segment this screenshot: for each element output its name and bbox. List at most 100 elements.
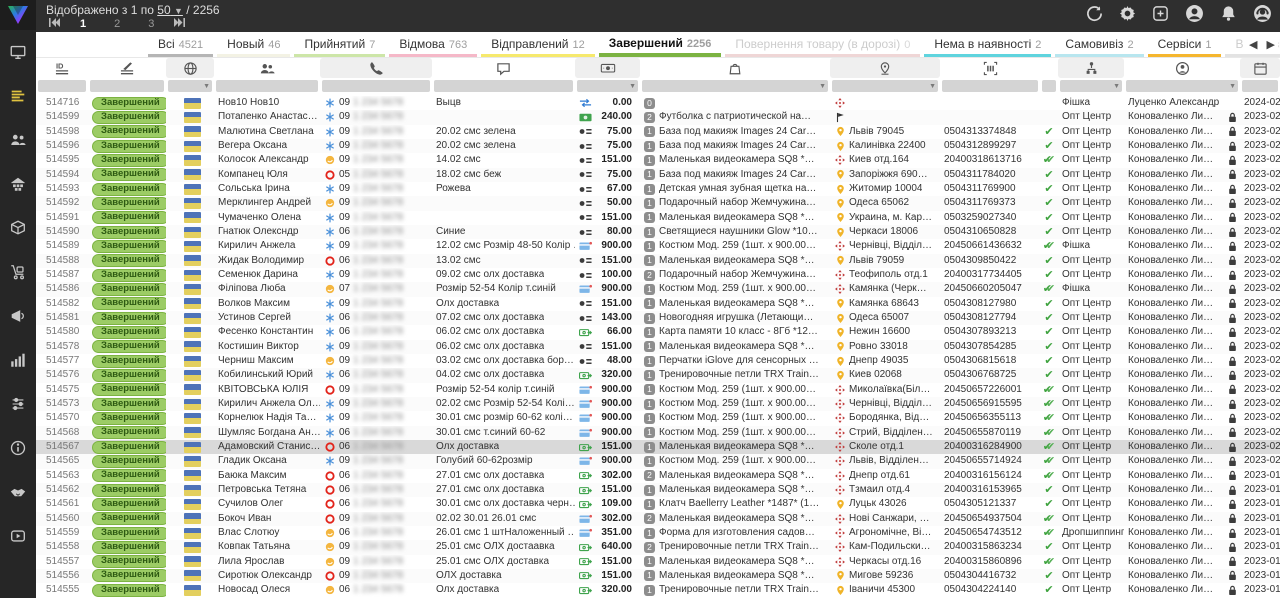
notifications-icon[interactable] — [1220, 5, 1237, 22]
sidebar-item-marketing[interactable] — [0, 294, 36, 338]
filter-dropdown-icon[interactable]: ▼ — [819, 83, 828, 90]
column-header-source[interactable] — [1058, 58, 1124, 78]
table-row[interactable]: 514575ЗавершенийКВІТОВСЬКА ЮЛІЯ091 234 5… — [36, 383, 1280, 397]
tab-нема-в-наявності[interactable]: Нема в наявності2 — [924, 34, 1051, 57]
table-row[interactable]: 514556ЗавершенийСиротюк Олександр091 234… — [36, 569, 1280, 583]
filter-input-comment[interactable] — [434, 80, 573, 92]
table-row[interactable]: 514577ЗавершенийЧерниш Максим091 234 567… — [36, 354, 1280, 368]
table-row[interactable]: 514594ЗавершенийКомпанец Юля051 234 5678… — [36, 168, 1280, 182]
filter-dropdown-icon[interactable]: ▼ — [629, 83, 638, 90]
column-header-ttn[interactable] — [940, 58, 1040, 78]
sidebar-item-orders-list[interactable] — [0, 74, 36, 118]
filter-input-phone[interactable] — [322, 80, 430, 92]
table-row[interactable]: 514576ЗавершенийКобилинський Юрий061 234… — [36, 368, 1280, 382]
tabs-scroll-arrows[interactable]: ◀ ▶ — [1245, 38, 1278, 51]
page-button-2[interactable]: 2 — [111, 18, 123, 30]
column-header-product[interactable] — [640, 58, 830, 78]
last-page-button[interactable] — [171, 18, 188, 30]
filter-input-manager[interactable]: ▼ — [1126, 80, 1238, 92]
page-button-1[interactable]: 1 — [77, 18, 89, 30]
filter-input-date[interactable] — [1242, 80, 1278, 92]
profile-icon[interactable] — [1185, 4, 1204, 23]
sidebar-item-dashboard[interactable] — [0, 30, 36, 74]
filter-input-source[interactable]: ▼ — [1060, 80, 1122, 92]
table-row[interactable]: 514588ЗавершенийЖидак Володимир061 234 5… — [36, 254, 1280, 268]
table-row[interactable]: 514587ЗавершенийСеменюк Дарина091 234 56… — [36, 268, 1280, 282]
column-header-country[interactable] — [166, 58, 214, 78]
column-header-location[interactable] — [830, 58, 940, 78]
support-icon[interactable] — [1253, 4, 1272, 23]
column-header-status[interactable] — [88, 58, 166, 78]
filter-input-status[interactable] — [90, 80, 164, 92]
filter-input-pay[interactable]: ▼ — [577, 80, 638, 92]
table-row[interactable]: 514586ЗавершенийФіліпова Люба071 234 567… — [36, 282, 1280, 296]
table-row[interactable]: 514561ЗавершенийСучилов Олег061 234 5678… — [36, 497, 1280, 511]
table-row[interactable]: 514591ЗавершенийЧумаченко Олена091 234 5… — [36, 211, 1280, 225]
refresh-icon[interactable] — [1086, 5, 1103, 22]
table-row[interactable]: 514590ЗавершенийГнатюк Олексндр061 234 5… — [36, 225, 1280, 239]
table-row[interactable]: 514593ЗавершенийСольська Ірина091 234 56… — [36, 182, 1280, 196]
sidebar-item-integrations[interactable] — [0, 382, 36, 426]
filter-input-ttn[interactable] — [942, 80, 1038, 92]
page-size-select[interactable]: 50 ▼ — [157, 3, 183, 17]
table-row[interactable]: 514558ЗавершенийКовпак Татьяна091 234 56… — [36, 540, 1280, 554]
filter-dropdown-icon[interactable]: ▼ — [1229, 83, 1238, 90]
settings-icon[interactable] — [1119, 5, 1136, 22]
tab-всі[interactable]: Всі4521 — [148, 34, 213, 57]
column-header-comment[interactable] — [432, 58, 575, 78]
tab-повернення-товару-в-дорозі-[interactable]: Повернення товару (в дорозі)0 — [725, 34, 920, 57]
table-row[interactable]: 514595ЗавершенийКолосок Александр091 234… — [36, 153, 1280, 167]
filter-input-location[interactable]: ▼ — [832, 80, 938, 92]
table-row[interactable]: 514562ЗавершенийПетровська Тетяна061 234… — [36, 483, 1280, 497]
column-header-date[interactable] — [1240, 58, 1280, 78]
column-header-id[interactable]: ID — [36, 58, 88, 78]
tab-самовивіз[interactable]: Самовивіз2 — [1055, 34, 1143, 57]
filter-input-product[interactable]: ▼ — [642, 80, 828, 92]
column-header-check[interactable] — [1040, 58, 1058, 78]
table-row[interactable]: 514570ЗавершенийКорнелюк Надія Та…091 23… — [36, 411, 1280, 425]
sidebar-item-statistics[interactable] — [0, 338, 36, 382]
table-row[interactable]: 514716ЗавершенийНов10 Нов10091 234 5678В… — [36, 96, 1280, 110]
filter-input-name[interactable] — [216, 80, 318, 92]
table-row[interactable]: 514560ЗавершенийБокоч Иван091 234 567802… — [36, 512, 1280, 526]
tab-прийнятий[interactable]: Прийнятий7 — [294, 34, 385, 57]
column-header-manager[interactable] — [1124, 58, 1240, 78]
sidebar-item-warehouse[interactable] — [0, 162, 36, 206]
column-header-pay[interactable] — [575, 58, 640, 78]
table-row[interactable]: 514589ЗавершенийКирилич Анжела091 234 56… — [36, 239, 1280, 253]
tab-відправлений[interactable]: Відправлений12 — [481, 34, 595, 57]
table-row[interactable]: 514598ЗавершенийМалютина Светлана091 234… — [36, 125, 1280, 139]
filter-input-id[interactable] — [38, 80, 86, 92]
first-page-button[interactable] — [46, 18, 63, 30]
table-row[interactable]: 514582ЗавершенийВолков Максим091 234 567… — [36, 297, 1280, 311]
tab-сервіси[interactable]: Сервіси1 — [1148, 34, 1222, 57]
filter-input-country[interactable]: ▼ — [168, 80, 212, 92]
table-row[interactable]: 514567ЗавершенийАдамовский Станис…061 23… — [36, 440, 1280, 454]
table-row[interactable]: 514563ЗавершенийБаюка Максим061 234 5678… — [36, 469, 1280, 483]
filter-dropdown-icon[interactable]: ▼ — [203, 83, 212, 90]
sidebar-item-customers[interactable] — [0, 118, 36, 162]
table-row[interactable]: 514580ЗавершенийФесенко Константин061 23… — [36, 325, 1280, 339]
page-button-3[interactable]: 3 — [145, 18, 157, 30]
tab-завершений[interactable]: Завершений2256 — [599, 33, 722, 57]
tab-новый[interactable]: Новый46 — [217, 34, 290, 57]
table-row[interactable]: 514599ЗавершенийПотапенко Анастас…091 23… — [36, 110, 1280, 124]
table-row[interactable]: 514555ЗавершенийНовосад Олеся061 234 567… — [36, 583, 1280, 597]
table-row[interactable]: 514592ЗавершенийМерклингер Андрей091 234… — [36, 196, 1280, 210]
filter-dropdown-icon[interactable]: ▼ — [1113, 83, 1122, 90]
sidebar-item-info[interactable] — [0, 426, 36, 470]
table-row[interactable]: 514557ЗавершенийЛила Ярослав091 234 5678… — [36, 555, 1280, 569]
filter-input-check[interactable] — [1042, 80, 1056, 92]
table-row[interactable]: 514581ЗавершенийУстинов Сергей061 234 56… — [36, 311, 1280, 325]
column-header-phone[interactable] — [320, 58, 432, 78]
table-row[interactable]: 514565ЗавершенийГладик Оксана091 234 567… — [36, 454, 1280, 468]
table-row[interactable]: 514578ЗавершенийКостишин Виктор091 234 5… — [36, 340, 1280, 354]
table-row[interactable]: 514568ЗавершенийШумляс Богдана Ан…061 23… — [36, 426, 1280, 440]
table-row[interactable]: 514559ЗавершенийВлас Слотюу061 234 56782… — [36, 526, 1280, 540]
table-row[interactable]: 514573ЗавершенийКирилич Анжела Ол…091 23… — [36, 397, 1280, 411]
sidebar-item-partners[interactable] — [0, 470, 36, 514]
column-header-name[interactable] — [214, 58, 320, 78]
sidebar-item-purchases[interactable] — [0, 250, 36, 294]
tab-відмова[interactable]: Відмова763 — [389, 34, 477, 57]
add-order-icon[interactable] — [1152, 5, 1169, 22]
